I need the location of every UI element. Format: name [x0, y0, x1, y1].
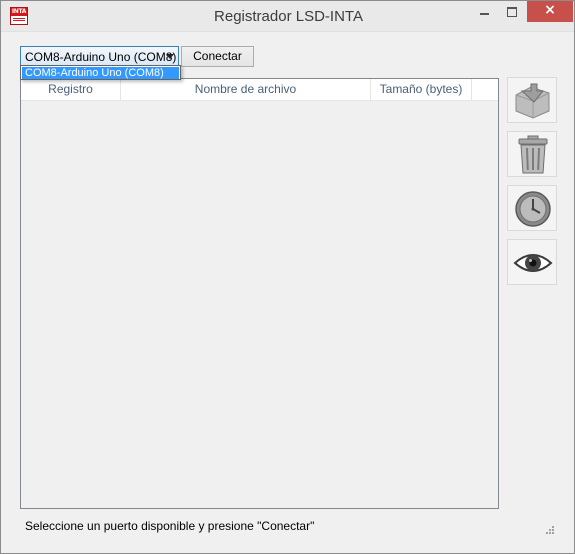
port-dropdown-list[interactable]: COM8-Arduino Uno (COM8) — [20, 65, 181, 80]
close-icon: × — [544, 2, 556, 18]
connect-button[interactable]: Conectar — [181, 46, 254, 67]
files-table[interactable]: Registro Nombre de archivo Tamaño (bytes… — [20, 78, 499, 509]
schedule-button[interactable] — [507, 185, 557, 231]
port-option[interactable]: COM8-Arduino Uno (COM8) — [22, 67, 179, 79]
maximize-button[interactable] — [498, 1, 525, 22]
app-window: INTA Registrador LSD-INTA × COM8-Arduino… — [0, 0, 575, 554]
close-button[interactable]: × — [527, 1, 573, 22]
delete-button[interactable] — [507, 131, 557, 177]
status-message: Seleccione un puerto disponible y presio… — [25, 519, 315, 533]
view-button[interactable] — [507, 239, 557, 285]
minimize-icon — [480, 13, 489, 15]
title-bar[interactable]: INTA Registrador LSD-INTA × — [1, 1, 574, 32]
port-select-value: COM8-Arduino Uno (COM8) — [25, 50, 177, 64]
minimize-button[interactable] — [470, 1, 497, 22]
trash-icon — [518, 135, 548, 174]
clock-icon — [515, 191, 551, 227]
port-select[interactable]: COM8-Arduino Uno (COM8) — [20, 46, 179, 66]
column-header-nombre[interactable]: Nombre de archivo — [121, 79, 371, 100]
table-header: Registro Nombre de archivo Tamaño (bytes… — [21, 79, 498, 101]
column-header-tamano[interactable]: Tamaño (bytes) — [371, 79, 472, 100]
dropdown-arrow-icon — [166, 54, 174, 59]
column-header-registro[interactable]: Registro — [21, 79, 121, 100]
resize-grip-icon[interactable] — [545, 525, 555, 535]
download-button[interactable] — [507, 77, 557, 123]
eye-icon — [513, 254, 553, 272]
folder-download-icon — [515, 83, 550, 119]
maximize-icon — [507, 7, 517, 17]
